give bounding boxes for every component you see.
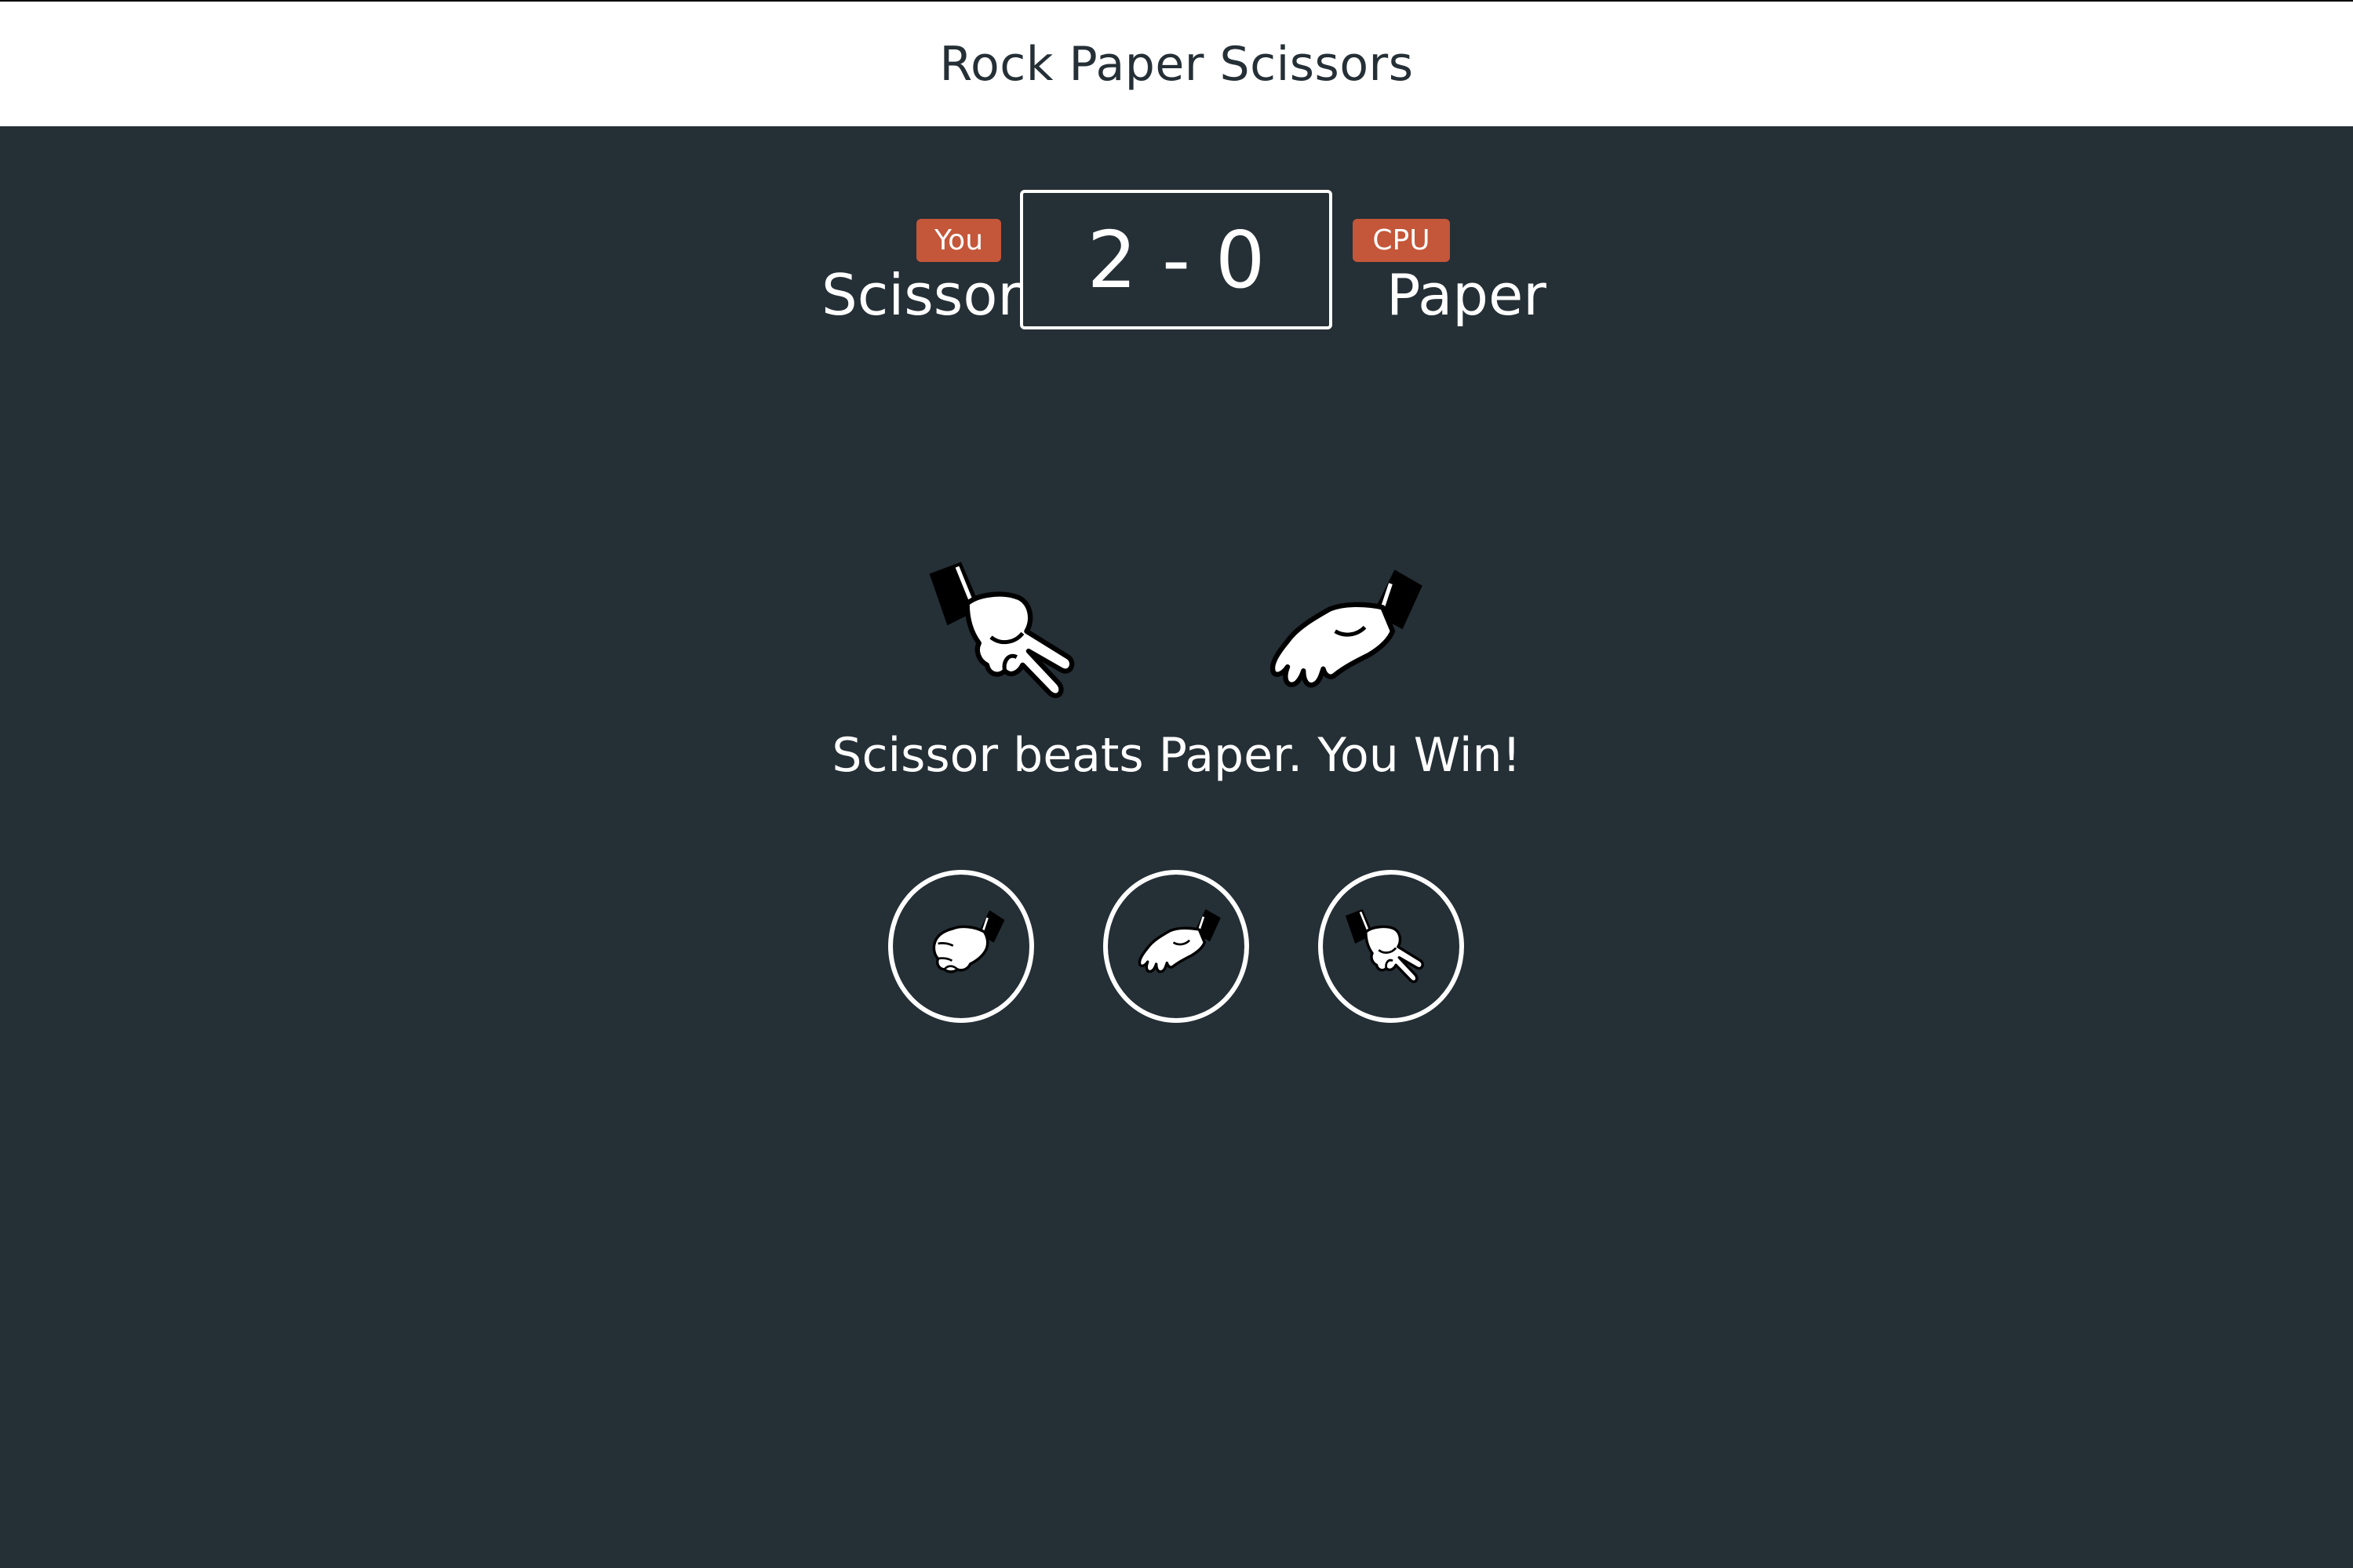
rock-button[interactable] [888, 870, 1034, 1023]
paper-button[interactable] [1103, 870, 1249, 1023]
cpu-choice-label: Paper [1386, 262, 1546, 328]
player-badge: You [916, 219, 1001, 262]
page-title: Rock Paper Scissors [939, 36, 1414, 92]
cpu-paper-hand-icon [1246, 562, 1434, 714]
scoreboard: 2 - 0 [1020, 190, 1332, 329]
score-text: 2 - 0 [1087, 213, 1266, 306]
cpu-badge: CPU [1353, 219, 1450, 262]
player-choice-label: Scissor [821, 262, 1021, 328]
scissors-hand-icon [1340, 902, 1442, 991]
paper-hand-icon [1125, 902, 1227, 991]
result-message: Scissor beats Paper. You Win! [832, 728, 1521, 783]
player-scissors-hand-icon [920, 554, 1108, 706]
app-header: Rock Paper Scissors [0, 2, 2353, 126]
rock-hand-icon [910, 902, 1012, 991]
scissors-button[interactable] [1318, 870, 1464, 1023]
